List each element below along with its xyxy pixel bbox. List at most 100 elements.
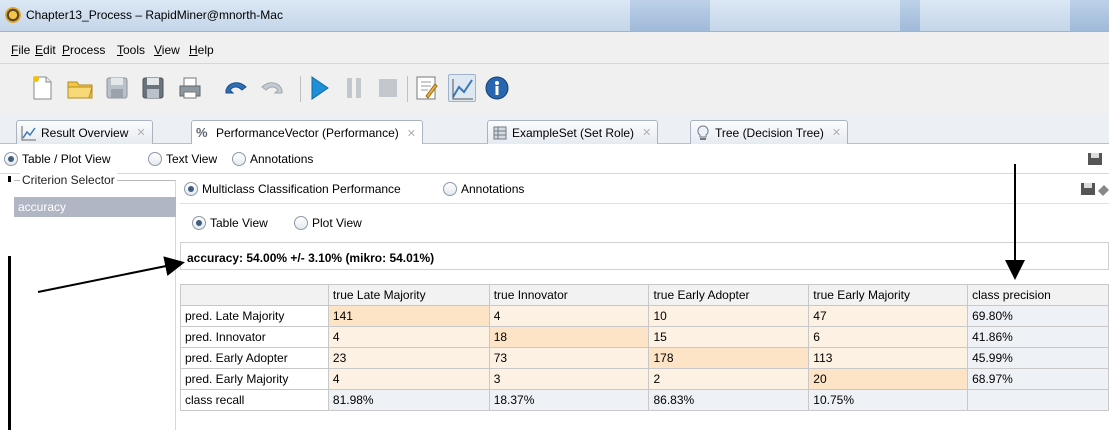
table-cell: 141 <box>327 305 490 327</box>
edit-notes-icon[interactable] <box>412 74 440 102</box>
table-cell: 3 <box>488 368 650 390</box>
criterion-selector-label: Criterion Selector <box>20 173 117 187</box>
undo-icon[interactable] <box>222 74 250 102</box>
table-header-row: true Late Majority true Innovator true E… <box>180 284 1109 306</box>
results-perspective-icon[interactable] <box>448 74 476 102</box>
redo-icon[interactable] <box>258 74 286 102</box>
radio-performance-annotations[interactable]: Annotations <box>443 182 524 196</box>
save-as-icon[interactable] <box>139 74 167 102</box>
rapidminer-app-icon <box>5 7 21 23</box>
table-header-cell <box>180 284 329 306</box>
menu-view[interactable]: View <box>154 43 180 57</box>
row-label: class recall <box>180 389 329 411</box>
pause-icon[interactable] <box>340 74 368 102</box>
criterion-selector: Criterion Selector accuracy <box>14 173 176 430</box>
menu-edit[interactable]: Edit <box>35 43 56 57</box>
result-tab-bar: Result Overview ✕ % PerformanceVector (P… <box>0 114 1109 145</box>
new-process-icon[interactable] <box>28 74 56 102</box>
save-result-icon[interactable] <box>1087 151 1103 170</box>
table-cell: 18 <box>488 326 650 348</box>
table-cell: 113 <box>808 347 969 369</box>
table-cell <box>967 389 1109 411</box>
view-mode-bar: Table / Plot View Text View Annotations <box>0 144 1109 174</box>
left-edge-markers <box>0 176 12 430</box>
row-label: pred. Early Adopter <box>180 347 329 369</box>
table-row: pred. Early Majority 4 3 2 20 68.97% <box>180 368 1109 390</box>
radio-annotations[interactable]: Annotations <box>232 152 313 166</box>
export-icon[interactable] <box>1098 181 1109 200</box>
close-icon[interactable]: ✕ <box>832 126 841 139</box>
menu-bar: File Edit Process Tools View Help <box>0 32 1109 64</box>
table-cell: 10.75% <box>808 389 969 411</box>
table-cell: 6 <box>808 326 969 348</box>
title-bar: Chapter13_Process – RapidMiner@mnorth-Ma… <box>0 0 1109 32</box>
performance-panel: Multiclass Classification Performance An… <box>180 174 1109 430</box>
table-cell: 10 <box>648 305 810 327</box>
window-title: Chapter13_Process – RapidMiner@mnorth-Ma… <box>26 8 283 22</box>
menu-tools[interactable]: Tools <box>117 43 145 57</box>
table-cell: 4 <box>488 305 650 327</box>
close-icon[interactable]: ✕ <box>136 126 145 139</box>
tab-result-overview[interactable]: Result Overview ✕ <box>16 120 153 144</box>
performance-type-bar: Multiclass Classification Performance An… <box>180 174 1109 204</box>
close-icon[interactable]: ✕ <box>642 126 651 139</box>
table-cell: 86.83% <box>648 389 810 411</box>
background-window-strip <box>630 0 710 32</box>
table-header-cell[interactable]: true Late Majority <box>327 284 490 306</box>
table-cell: 20 <box>808 368 969 390</box>
table-header-cell[interactable]: true Early Adopter <box>648 284 810 306</box>
info-icon[interactable] <box>483 74 511 102</box>
table-cell: 69.80% <box>967 305 1109 327</box>
save-performance-icon[interactable] <box>1080 181 1096 200</box>
print-icon[interactable] <box>176 74 204 102</box>
radio-table-view[interactable]: Table View <box>192 216 268 230</box>
tab-performance-vector[interactable]: % PerformanceVector (Performance) ✕ <box>191 120 423 145</box>
table-row: pred. Late Majority 141 4 10 47 69.80% <box>180 305 1109 327</box>
close-icon[interactable]: ✕ <box>407 127 416 140</box>
table-row: pred. Early Adopter 23 73 178 113 45.99% <box>180 347 1109 369</box>
tab-example-set[interactable]: ExampleSet (Set Role) ✕ <box>487 120 659 144</box>
table-row: pred. Innovator 4 18 15 6 41.86% <box>180 326 1109 348</box>
stop-icon[interactable] <box>374 74 402 102</box>
table-cell: 41.86% <box>967 326 1109 348</box>
radio-text-view[interactable]: Text View <box>148 152 217 166</box>
table-header-cell[interactable]: class precision <box>967 284 1109 306</box>
radio-plot-view[interactable]: Plot View <box>294 216 362 230</box>
table-cell: 15 <box>648 326 810 348</box>
table-cell: 4 <box>327 326 490 348</box>
table-cell: 178 <box>648 347 810 369</box>
table-cell: 18.37% <box>488 389 650 411</box>
table-header-cell[interactable]: true Innovator <box>488 284 650 306</box>
percent-icon: % <box>196 125 208 140</box>
menu-file[interactable]: File <box>11 43 30 57</box>
confusion-matrix-table: true Late Majority true Innovator true E… <box>180 284 1109 411</box>
row-label: pred. Innovator <box>180 326 329 348</box>
table-cell: 23 <box>327 347 490 369</box>
table-cell: 2 <box>648 368 810 390</box>
open-folder-icon[interactable] <box>66 74 94 102</box>
table-cell: 68.97% <box>967 368 1109 390</box>
table-cell: 73 <box>488 347 650 369</box>
table-cell: 45.99% <box>967 347 1109 369</box>
row-label: pred. Early Majority <box>180 368 329 390</box>
toolbar-separator <box>407 76 408 102</box>
menu-help[interactable]: Help <box>189 43 214 57</box>
save-icon[interactable] <box>103 74 131 102</box>
radio-table-plot-view[interactable]: Table / Plot View <box>4 152 111 166</box>
tab-decision-tree[interactable]: Tree (Decision Tree) ✕ <box>690 120 849 144</box>
result-overview-icon <box>21 125 37 141</box>
table-icon <box>492 125 508 141</box>
table-cell: 47 <box>808 305 969 327</box>
table-row: class recall 81.98% 18.37% 86.83% 10.75% <box>180 389 1109 411</box>
accuracy-summary: accuracy: 54.00% +/- 3.10% (mikro: 54.01… <box>180 242 1109 270</box>
background-window-strip <box>900 0 920 32</box>
criterion-item-accuracy[interactable]: accuracy <box>14 197 176 217</box>
background-window-strip <box>1070 0 1109 32</box>
radio-multiclass-performance[interactable]: Multiclass Classification Performance <box>184 182 401 196</box>
menu-process[interactable]: Process <box>62 43 105 57</box>
run-icon[interactable] <box>305 74 333 102</box>
table-header-cell[interactable]: true Early Majority <box>808 284 969 306</box>
toolbar-separator <box>300 76 301 102</box>
row-label: pred. Late Majority <box>180 305 329 327</box>
table-cell: 4 <box>327 368 490 390</box>
